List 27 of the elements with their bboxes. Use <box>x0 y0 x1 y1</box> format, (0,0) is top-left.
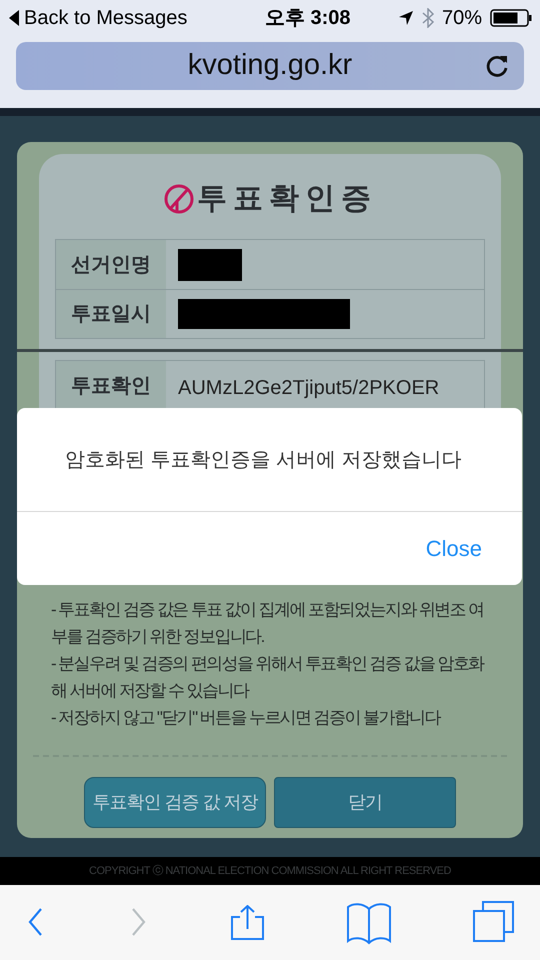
bluetooth-icon <box>422 8 434 28</box>
field-label: 선거인명 <box>56 240 166 289</box>
back-caret-icon <box>8 9 20 27</box>
tabs-icon[interactable] <box>473 900 514 944</box>
field-label: 투표확인 <box>56 361 166 408</box>
reload-icon[interactable] <box>484 53 510 79</box>
action-button[interactable]: 닫기 <box>274 777 456 828</box>
clock-text: 오후 3:08 <box>264 6 350 31</box>
close-button[interactable]: Close <box>426 532 482 565</box>
alert-message: 암호화된 투표확인증을 서버에 저장했습니다 <box>65 448 462 472</box>
book-icon[interactable] <box>347 900 391 944</box>
back-to-app-link[interactable]: Back to Messages <box>8 3 188 33</box>
note-text: - 분실우려 및 검증의 편의성을 위해서 투표확인 검증 값을 암호화해 서버에 저장할 수 있습니다 <box>51 653 486 702</box>
verification-value: AUMzL2Ge2Tjiput5/2PKOER <box>177 376 440 401</box>
battery-percent: 70% <box>442 6 482 31</box>
share-icon[interactable] <box>230 904 265 940</box>
copyright-text: COPYRIGHT ⓒ NATIONAL ELECTION COMMISSION ALL RIGHT RESERVED <box>89 864 451 879</box>
certificate-title: 투표확인증 <box>197 181 377 217</box>
battery-icon <box>490 8 532 28</box>
no-entry-icon <box>163 182 195 214</box>
address-bar[interactable]: kvoting.go.kr <box>16 42 524 90</box>
url-text: kvoting.go.kr <box>188 48 352 84</box>
field-label: 투표일시 <box>56 290 166 338</box>
note-text: - 저장하지 않고 "닫기" 버튼을 누르시면 검증이 불가합니다 <box>51 707 442 729</box>
note-text: - 투표확인 검증 값은 투표 값이 집계에 포함되었는지와 위변조 여부를 검증하기 위한 정보입니다. <box>51 599 485 648</box>
action-button[interactable]: 투표확인 검증 값 저장 <box>84 777 266 828</box>
location-arrow-icon <box>398 10 414 26</box>
